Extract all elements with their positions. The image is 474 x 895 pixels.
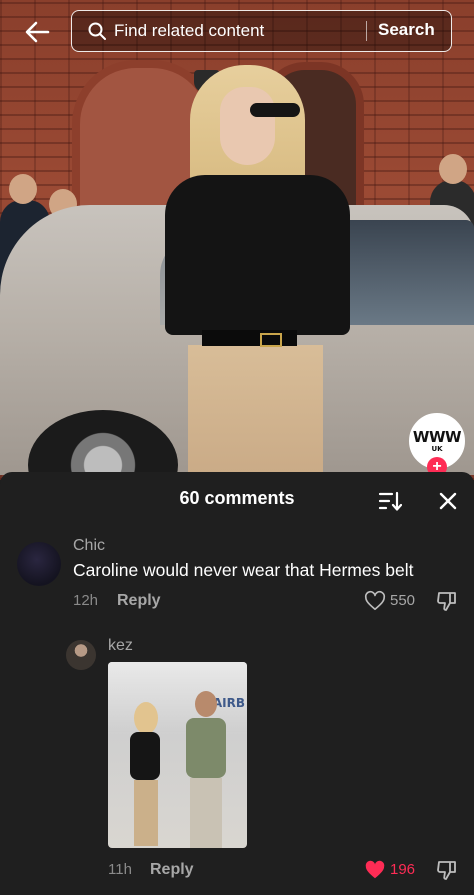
creator-logo-subtext: UK (431, 444, 443, 453)
avatar[interactable] (17, 542, 61, 586)
heart-icon[interactable] (364, 590, 386, 612)
creator-logo-text: WWW (412, 427, 462, 446)
avatar[interactable] (66, 640, 96, 670)
search-icon (88, 22, 106, 40)
comment-username[interactable]: Chic (73, 537, 105, 555)
sort-icon[interactable] (378, 490, 402, 512)
comment-text: Caroline would never wear that Hermes be… (73, 560, 414, 580)
reply-button[interactable]: Reply (117, 592, 161, 610)
woman-figure (160, 65, 350, 480)
dislike-icon[interactable] (436, 859, 458, 881)
comment-username[interactable]: kez (108, 637, 133, 655)
comment-time: 11h (108, 861, 132, 878)
search-bar[interactable]: Search (71, 10, 452, 52)
search-input[interactable] (114, 20, 354, 42)
back-button[interactable] (22, 16, 54, 48)
video-frame[interactable] (0, 0, 474, 480)
comment-time: 12h (73, 592, 99, 609)
dislike-icon[interactable] (436, 590, 458, 612)
man-figure (186, 691, 226, 848)
search-divider (366, 21, 367, 41)
comments-panel: 60 comments Chic Caroline would never we… (0, 472, 474, 895)
comments-count-title: 60 comments (179, 488, 295, 508)
arrow-left-icon (25, 21, 50, 43)
woman-figure (130, 702, 160, 846)
comment-photo[interactable]: AIRB (108, 662, 247, 848)
like-count: 550 (390, 592, 416, 609)
close-icon[interactable] (437, 490, 459, 512)
search-button[interactable]: Search (378, 20, 435, 40)
like-count: 196 (390, 861, 416, 878)
heart-icon[interactable] (364, 859, 386, 881)
reply-button[interactable]: Reply (150, 861, 194, 879)
